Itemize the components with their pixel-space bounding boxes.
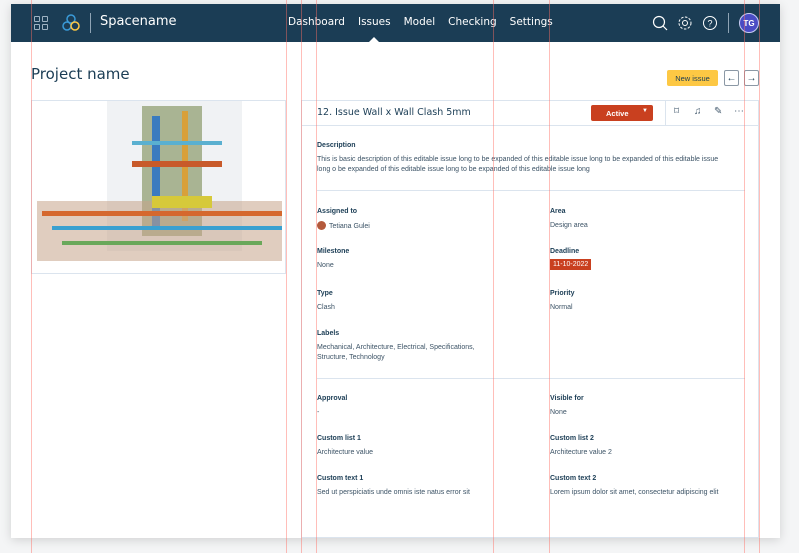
custom-list-1-value[interactable]: Architecture value [317, 448, 373, 458]
chevron-down-icon: ▼ [642, 108, 648, 114]
logo-icon [62, 14, 80, 31]
divider [728, 13, 729, 33]
custom-list-1-label: Custom list 1 [317, 435, 361, 442]
visible-for-value[interactable]: None [550, 408, 567, 418]
apps-grid-icon[interactable] [34, 16, 48, 30]
nav-issues[interactable]: Issues [358, 16, 391, 42]
nav-checking[interactable]: Checking [448, 16, 497, 28]
divider [665, 101, 666, 125]
type-value[interactable]: Clash [317, 303, 335, 313]
next-arrow-icon[interactable]: → [744, 70, 759, 86]
labels-value[interactable]: Mechanical, Architecture, Electrical, Sp… [317, 343, 497, 363]
status-label: Active [606, 109, 629, 118]
type-label: Type [317, 290, 333, 297]
top-navigation-bar: Spacename Dashboard Issues Model Checkin… [11, 4, 780, 42]
assignee-name: Tetiana Gulei [329, 223, 370, 230]
gear-icon[interactable] [677, 15, 693, 31]
new-issue-button[interactable]: New issue [667, 70, 718, 86]
divider [317, 378, 745, 379]
issue-detail-card: 12. Issue Wall x Wall Clash 5mm Active ▼ … [301, 100, 759, 538]
priority-value[interactable]: Normal [550, 303, 573, 313]
help-icon[interactable]: ? [702, 15, 718, 31]
nav-model[interactable]: Model [404, 16, 436, 28]
search-icon[interactable] [652, 15, 668, 31]
nav-settings[interactable]: Settings [510, 16, 553, 28]
area-label: Area [550, 208, 566, 215]
priority-label: Priority [550, 290, 575, 297]
main-nav: Dashboard Issues Model Checking Settings [288, 16, 553, 42]
milestone-value[interactable]: None [317, 261, 334, 271]
bookmark-icon[interactable]: ⌑ [674, 106, 679, 117]
assigned-to-label: Assigned to [317, 208, 358, 215]
issue-header: 12. Issue Wall x Wall Clash 5mm Active ▼ … [302, 101, 758, 126]
custom-text-1-label: Custom text 1 [317, 475, 364, 482]
assigned-to-value[interactable]: Tetiana Gulei [317, 221, 370, 232]
approval-value[interactable]: - [317, 408, 319, 418]
nav-dashboard[interactable]: Dashboard [288, 16, 345, 28]
status-dropdown[interactable]: Active ▼ [591, 105, 653, 121]
bell-icon[interactable]: ♫ [694, 106, 702, 117]
svg-text:?: ? [707, 19, 712, 29]
space-name: Spacename [100, 14, 177, 29]
custom-list-2-label: Custom list 2 [550, 435, 594, 442]
issue-title: 12. Issue Wall x Wall Clash 5mm [317, 107, 471, 118]
area-value[interactable]: Design area [550, 221, 588, 231]
pencil-icon[interactable]: ✎ [714, 106, 722, 117]
page-title: Project name [31, 65, 130, 83]
milestone-label: Milestone [317, 248, 350, 255]
labels-label: Labels [317, 330, 340, 337]
approval-label: Approval [317, 395, 348, 402]
model-preview-image[interactable] [31, 100, 286, 274]
custom-list-2-value[interactable]: Architecture value 2 [550, 448, 612, 458]
more-icon[interactable]: ⋯ [734, 106, 744, 117]
previous-arrow-icon[interactable]: ← [724, 70, 739, 86]
bim-model-graphic [37, 101, 282, 261]
visible-for-label: Visible for [550, 395, 584, 402]
custom-text-2-value[interactable]: Lorem ipsum dolor sit amet, consectetur … [550, 488, 718, 498]
divider [317, 190, 745, 191]
custom-text-1-value[interactable]: Sed ut perspiciatis unde omnis iste natu… [317, 488, 470, 498]
deadline-badge[interactable]: 11-10-2022 [550, 259, 592, 270]
deadline-label: Deadline [550, 248, 580, 255]
avatar [317, 221, 326, 230]
user-avatar[interactable]: TG [739, 13, 759, 33]
custom-text-2-label: Custom text 2 [550, 475, 597, 482]
description-label: Description [317, 142, 356, 149]
divider [90, 13, 91, 33]
description-text[interactable]: This is basic description of this editab… [317, 155, 727, 175]
